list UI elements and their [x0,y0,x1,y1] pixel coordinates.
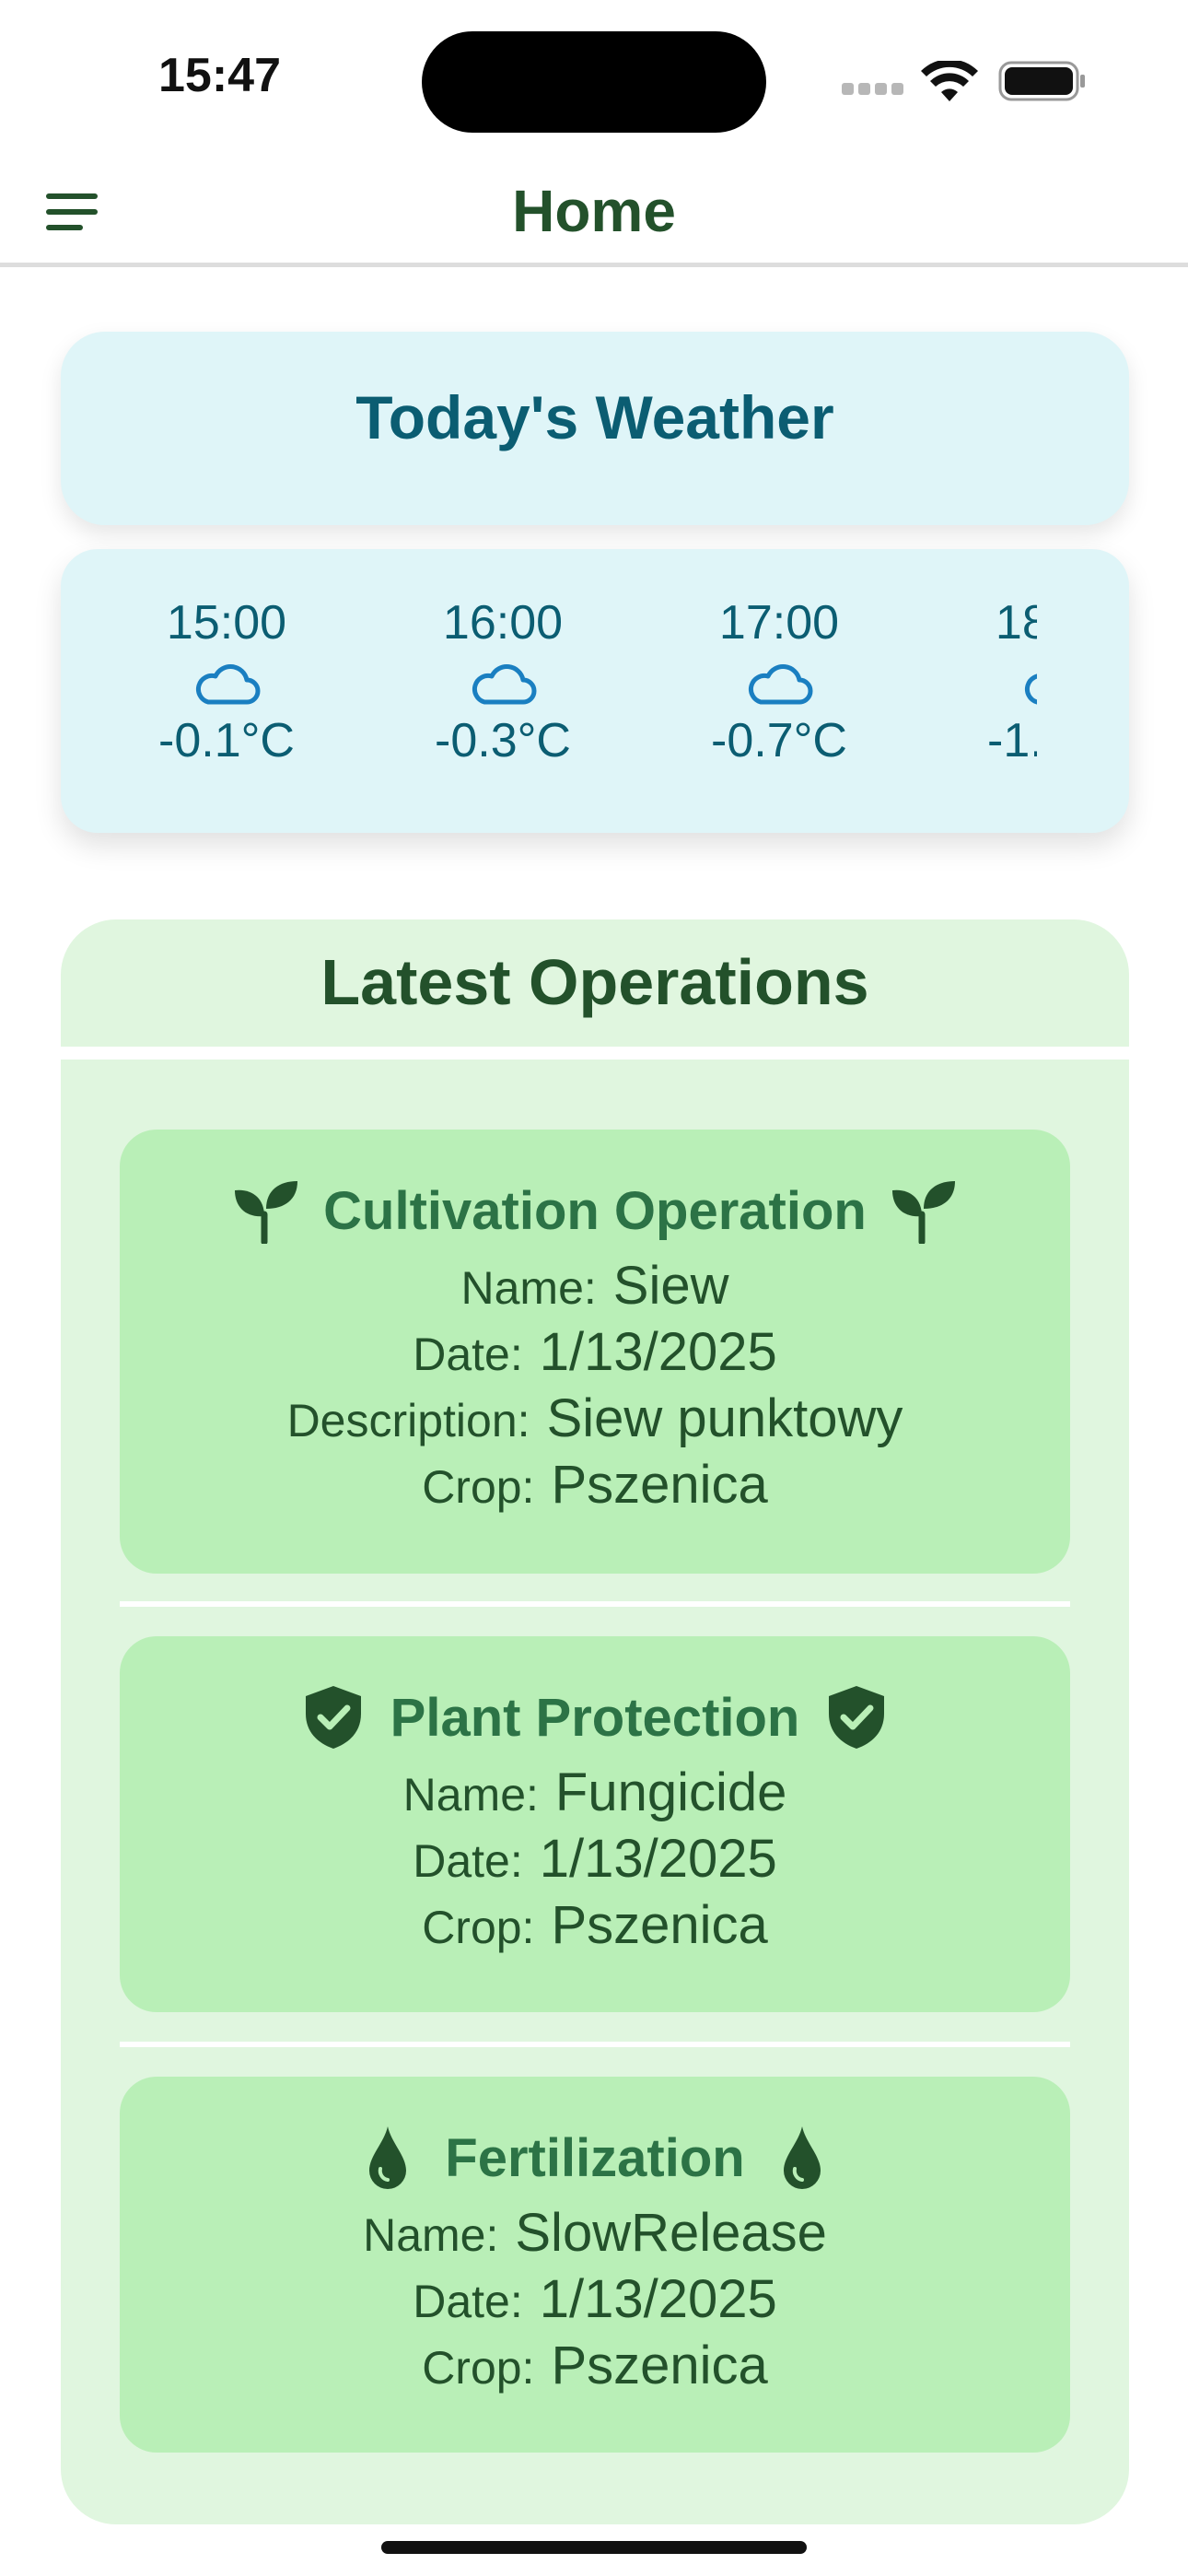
detail-value: Pszenica [551,1895,768,1955]
status-bar: 15:47 [0,0,1188,157]
cellular-signal-icon [842,83,904,96]
cloud-icon [748,664,813,705]
operations-title: Latest Operations [320,946,869,1018]
detail-row-name: Name: Fungicide [120,1762,1070,1828]
forecast-hour: 16:00 -0.3°C [392,595,613,768]
detail-label: Name: [402,1769,539,1821]
detail-value: Pszenica [551,2336,768,2395]
operation-header: Plant Protection [120,1680,1070,1754]
latest-operations-card: Latest Operations Cultivation Operation [61,919,1129,2524]
shield-check-icon [305,1686,361,1749]
detail-value: Fungicide [554,1762,787,1822]
detail-label: Date: [413,2276,523,2327]
detail-row-crop: Crop: Pszenica [120,1454,1070,1520]
status-time: 15:47 [158,49,281,102]
operation-header: Fertilization [120,2121,1070,2195]
forecast-temp: -0.3°C [435,714,571,767]
weather-title: Today's Weather [355,383,834,451]
detail-value: 1/13/2025 [539,1322,777,1382]
operation-card-plant-protection[interactable]: Plant Protection Name: Fungicide Date: 1… [120,1636,1070,2012]
dynamic-island [422,31,766,133]
water-drop-icon [369,2126,407,2189]
forecast-hour: 18:00 -1.1°C [945,595,1037,768]
battery-icon [998,61,1085,101]
forecast-time: 15:00 [166,596,287,650]
operation-details: Name: Siew Date: 1/13/2025 Description: … [120,1255,1070,1520]
sprout-icon [235,1181,298,1244]
operation-type: Cultivation Operation [323,1180,867,1241]
detail-label: Description: [286,1395,530,1446]
operation-separator [120,2042,1070,2047]
detail-row-date: Date: 1/13/2025 [120,1828,1070,1894]
forecast-temp: -0.7°C [711,714,847,767]
app-header: Home [0,157,1188,267]
operation-header: Cultivation Operation [120,1174,1070,1247]
weather-title-card: Today's Weather [61,332,1129,525]
detail-label: Crop: [422,2342,535,2394]
operations-divider [61,1047,1129,1060]
cloud-icon [472,664,537,705]
forecast-temp: -0.1°C [158,714,295,767]
detail-value: SlowRelease [515,2203,827,2263]
shield-check-icon [829,1686,885,1749]
forecast-temp: -1.1°C [987,714,1037,767]
operation-details: Name: SlowRelease Date: 1/13/2025 Crop: … [120,2202,1070,2401]
page-title: Home [512,178,676,244]
detail-row-crop: Crop: Pszenica [120,1894,1070,1961]
home-screen: 15:47 Home Today's Weather 15:00 -0.1°C … [0,0,1188,2576]
operation-type: Plant Protection [390,1687,800,1748]
detail-label: Date: [413,1835,523,1887]
detail-row-crop: Crop: Pszenica [120,2335,1070,2401]
wifi-icon [921,61,978,101]
hourly-forecast-scroller[interactable]: 15:00 -0.1°C 16:00 -0.3°C 17:00 -0.7°C 1… [116,549,1037,833]
detail-row-name: Name: Siew [120,1255,1070,1321]
detail-row-date: Date: 1/13/2025 [120,1321,1070,1388]
detail-row-description: Description: Siew punktowy [120,1388,1070,1454]
forecast-time: 16:00 [442,596,564,650]
detail-label: Name: [363,2209,499,2261]
detail-value: 1/13/2025 [539,2269,777,2329]
detail-value: Siew [612,1256,729,1316]
cloud-icon [195,664,261,705]
operation-card-cultivation[interactable]: Cultivation Operation Name: Siew Date: 1… [120,1130,1070,1574]
detail-label: Date: [413,1329,523,1380]
operation-card-fertilization[interactable]: Fertilization Name: SlowRelease Date: 1/… [120,2077,1070,2453]
operation-separator [120,1601,1070,1607]
forecast-time: 18:00 [995,596,1037,650]
water-drop-icon [783,2126,821,2189]
detail-label: Crop: [422,1902,535,1953]
sprout-icon [891,1181,955,1244]
detail-value: 1/13/2025 [539,1829,777,1889]
operation-details: Name: Fungicide Date: 1/13/2025 Crop: Ps… [120,1762,1070,1961]
weather-forecast-card[interactable]: 15:00 -0.1°C 16:00 -0.3°C 17:00 -0.7°C 1… [61,549,1129,833]
forecast-hour: 15:00 -0.1°C [116,595,337,768]
cloud-icon [1024,673,1037,705]
operation-type: Fertilization [445,2127,745,2188]
detail-row-date: Date: 1/13/2025 [120,2268,1070,2335]
detail-label: Crop: [422,1461,535,1513]
forecast-time: 17:00 [718,596,840,650]
home-indicator[interactable] [381,2541,807,2554]
detail-value: Pszenica [551,1455,768,1515]
detail-value: Siew punktowy [546,1388,903,1448]
detail-row-name: Name: SlowRelease [120,2202,1070,2268]
forecast-hour: 17:00 -0.7°C [669,595,890,768]
detail-label: Name: [460,1262,597,1314]
